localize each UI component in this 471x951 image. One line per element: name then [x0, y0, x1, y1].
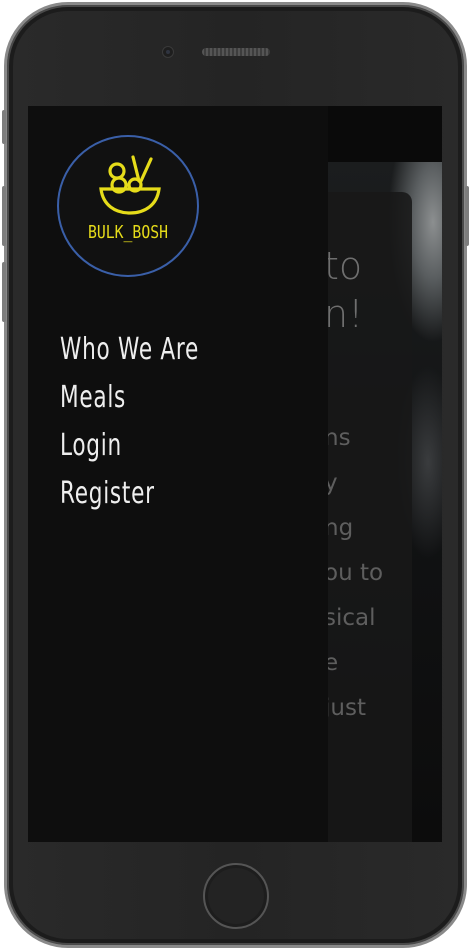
nav-login[interactable]: Login: [60, 422, 199, 470]
side-menu: BULK_BOSH Who We Are Meals Login Registe…: [28, 106, 328, 842]
brand-name: BULK_BOSH: [87, 222, 168, 243]
volume-up-button: [2, 186, 6, 246]
app-screen: to n! ns y ng ou to sical e just BULK_BO…: [28, 106, 442, 842]
hero-text: ns y ng ou to sical e just: [324, 416, 434, 731]
hero-text-line: ns: [324, 425, 351, 451]
main-nav: Who We Are Meals Login Register: [60, 326, 253, 518]
hero-title-line: n!: [324, 292, 364, 336]
hero-text-line: e: [324, 650, 339, 676]
rice-bowl-icon: [99, 155, 161, 215]
mute-switch: [2, 110, 6, 144]
hero-text-line: sical: [324, 605, 376, 631]
hero-text-line: y: [324, 470, 338, 496]
front-camera: [162, 46, 174, 58]
earpiece-speaker: [202, 48, 270, 56]
hero-title-line: to: [324, 244, 363, 288]
nav-who-we-are[interactable]: Who We Are: [60, 326, 199, 374]
nav-meals[interactable]: Meals: [60, 374, 199, 422]
hero-text-line: just: [324, 695, 366, 721]
nav-register[interactable]: Register: [60, 470, 199, 518]
hero-text-line: ou to: [324, 560, 384, 586]
brand-logo[interactable]: BULK_BOSH: [57, 135, 199, 277]
hero-text-line: ng: [324, 515, 354, 541]
hero-title: to n!: [324, 242, 424, 338]
home-button[interactable]: [203, 863, 269, 929]
volume-down-button: [2, 262, 6, 322]
power-button: [465, 186, 469, 246]
